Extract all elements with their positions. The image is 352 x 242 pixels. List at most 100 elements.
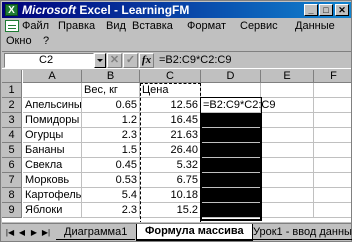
row-header-9[interactable]: 9: [2, 203, 22, 218]
cell-e4[interactable]: [261, 128, 314, 143]
cell-c4[interactable]: 21.63: [140, 128, 201, 143]
menu-format[interactable]: Формат: [187, 19, 226, 33]
insert-function-button[interactable]: fx: [139, 53, 154, 68]
cell-c8[interactable]: 10.18: [140, 188, 201, 203]
cell-e8[interactable]: [261, 188, 314, 203]
menu-data[interactable]: Данные: [295, 19, 335, 33]
first-sheet-icon[interactable]: |◀: [5, 227, 15, 239]
row-header-2[interactable]: 2: [2, 98, 22, 113]
cell-b8[interactable]: 5.4: [82, 188, 140, 203]
cell-a5[interactable]: Бананы: [23, 143, 82, 158]
tab-array-formula[interactable]: Формула массива: [136, 224, 253, 241]
column-header-a[interactable]: A: [23, 70, 82, 83]
cell-a1[interactable]: [23, 83, 82, 98]
cell-e3[interactable]: [261, 113, 314, 128]
cell-d3[interactable]: [201, 113, 261, 128]
cell-a4[interactable]: Огурцы: [23, 128, 82, 143]
prev-sheet-icon[interactable]: ◀: [17, 227, 27, 239]
cell-e9[interactable]: [261, 203, 314, 218]
cell-d6[interactable]: [201, 158, 261, 173]
menu-edit[interactable]: Правка: [58, 19, 95, 33]
cell-c3[interactable]: 16.45: [140, 113, 201, 128]
close-button[interactable]: ✕: [335, 4, 349, 16]
cell-c5[interactable]: 26.40: [140, 143, 201, 158]
cancel-entry-button[interactable]: ✕: [107, 53, 122, 68]
row-header-4[interactable]: 4: [2, 128, 22, 143]
cell-f1[interactable]: [314, 83, 351, 98]
cell-b1[interactable]: Вес, кг: [82, 83, 140, 98]
cell-b6[interactable]: 0.45: [82, 158, 140, 173]
cell-d1[interactable]: [201, 83, 261, 98]
column-header-e[interactable]: E: [261, 70, 314, 83]
cell-d7[interactable]: [201, 173, 261, 188]
sheet-tab-bar: |◀ ◀ ▶ ▶| Диаграмма1 Формула массива Уро…: [2, 223, 352, 241]
enter-entry-button[interactable]: ✓: [123, 53, 138, 68]
last-sheet-icon[interactable]: ▶|: [41, 227, 51, 239]
column-header-b[interactable]: B: [82, 70, 140, 83]
cell-a3[interactable]: Помидоры: [23, 113, 82, 128]
cell-f7[interactable]: [314, 173, 351, 188]
next-sheet-icon[interactable]: ▶: [29, 227, 39, 239]
menu-file[interactable]: Файл: [22, 19, 49, 33]
cell-f5[interactable]: [314, 143, 351, 158]
excel-app-icon[interactable]: X: [5, 4, 18, 16]
column-header-f[interactable]: F: [314, 70, 351, 83]
cell-a7[interactable]: Морковь: [23, 173, 82, 188]
cell-e6[interactable]: [261, 158, 314, 173]
cell-b5[interactable]: 1.5: [82, 143, 140, 158]
row-header-1[interactable]: 1: [2, 83, 22, 98]
cell-d9[interactable]: [201, 203, 261, 218]
cell-e1[interactable]: [261, 83, 314, 98]
cell-e7[interactable]: [261, 173, 314, 188]
row-header-5[interactable]: 5: [2, 143, 22, 158]
column-header-d[interactable]: D: [201, 70, 261, 83]
cell-f9[interactable]: [314, 203, 351, 218]
cell-a8[interactable]: Картофель: [23, 188, 82, 203]
cell-b3[interactable]: 1.2: [82, 113, 140, 128]
name-box[interactable]: C2: [4, 53, 94, 68]
row-header-8[interactable]: 8: [2, 188, 22, 203]
menu-window[interactable]: Окно: [6, 34, 32, 48]
maximize-button[interactable]: □: [319, 4, 333, 16]
cell-c2[interactable]: 12.56: [140, 98, 201, 113]
cell-c9[interactable]: 15.2: [140, 203, 201, 218]
workbook-icon[interactable]: [5, 20, 19, 32]
cell-c1[interactable]: Цена: [140, 83, 201, 98]
cell-a2[interactable]: Апельсины: [23, 98, 82, 113]
select-all-corner[interactable]: [2, 70, 22, 83]
cell-f6[interactable]: [314, 158, 351, 173]
cell-f8[interactable]: [314, 188, 351, 203]
row-header-7[interactable]: 7: [2, 173, 22, 188]
cell-f4[interactable]: [314, 128, 351, 143]
cell-d5[interactable]: [201, 143, 261, 158]
cell-b9[interactable]: 2.3: [82, 203, 140, 218]
cell-d4[interactable]: [201, 128, 261, 143]
name-box-dropdown-icon[interactable]: [94, 53, 106, 68]
cell-d2[interactable]: =B2:C9*C2:C9: [201, 98, 275, 113]
cell-a6[interactable]: Свекла: [23, 158, 82, 173]
cell-c6[interactable]: 5.32: [140, 158, 201, 173]
row-header-3[interactable]: 3: [2, 113, 22, 128]
cell-f2[interactable]: [314, 98, 351, 113]
cell-f3[interactable]: [314, 113, 351, 128]
menu-help[interactable]: ?: [43, 34, 49, 48]
cell-b2[interactable]: 0.65: [82, 98, 140, 113]
formula-input[interactable]: =B2:C9*C2:C9: [157, 53, 350, 68]
cell-e5[interactable]: [261, 143, 314, 158]
cell-a9[interactable]: Яблоки: [23, 203, 82, 218]
tab-lesson1-data-entry[interactable]: Урок1 - ввод данных: [245, 225, 352, 240]
cell-b7[interactable]: 0.53: [82, 173, 140, 188]
row-header-6[interactable]: 6: [2, 158, 22, 173]
menu-insert[interactable]: Вставка: [132, 19, 173, 33]
title-bar: X Microsoft Excel - LearningFM _ □ ✕: [2, 2, 351, 18]
minimize-button[interactable]: _: [304, 4, 318, 16]
cell-c7[interactable]: 6.75: [140, 173, 201, 188]
formula-bar: C2 ✕ ✓ fx =B2:C9*C2:C9: [2, 51, 351, 69]
cell-d8[interactable]: [201, 188, 261, 203]
worksheet-grid[interactable]: A B C D E F 1 Вес, кг Цена 2 Апельсины 0.65 12…: [2, 70, 351, 222]
menu-tools[interactable]: Сервис: [240, 19, 278, 33]
tab-diagram1[interactable]: Диаграмма1: [56, 225, 136, 240]
cell-b4[interactable]: 2.3: [82, 128, 140, 143]
column-header-c[interactable]: C: [140, 70, 201, 83]
menu-view[interactable]: Вид: [106, 19, 126, 33]
